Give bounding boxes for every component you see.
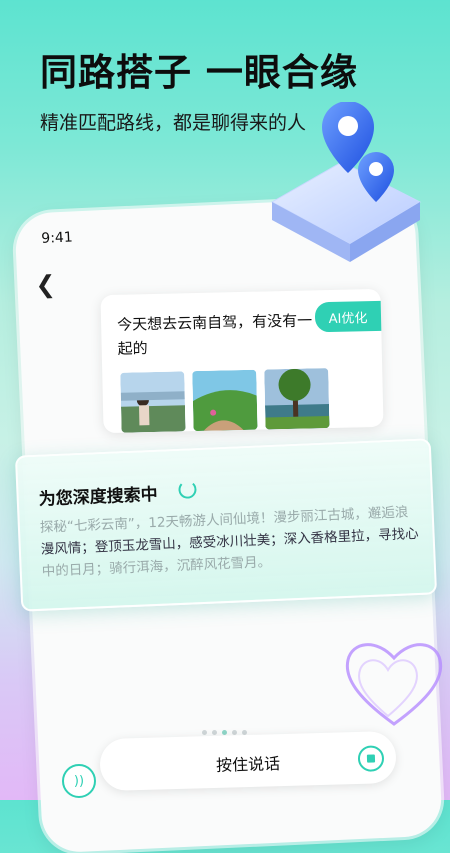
hold-to-talk-button[interactable]: 按住说话 xyxy=(99,730,397,792)
deep-search-card: 为您深度搜索中 探秘“七彩云南”，12天畅游人间仙境！漫步丽江古城，邂逅浪漫风情… xyxy=(14,438,438,612)
ai-optimize-button[interactable]: AI优化 xyxy=(314,300,382,333)
search-result-text: 探秘“七彩云南”，12天畅游人间仙境！漫步丽江古城，邂逅浪漫风情；登顶玉龙雪山，… xyxy=(39,501,419,583)
status-time: 9:41 xyxy=(40,229,74,247)
hold-to-talk-label: 按住说话 xyxy=(215,754,281,775)
stop-icon xyxy=(366,754,376,763)
hero-title: 同路搭子 一眼合缘 xyxy=(40,51,358,94)
map-pin-icon xyxy=(262,101,432,276)
query-text: 今天想去云南自驾，有没有一起的 xyxy=(116,311,313,358)
voice-wave-button[interactable]: )) xyxy=(62,764,96,798)
photo-green-hills[interactable] xyxy=(192,369,258,432)
loading-spinner-icon xyxy=(178,480,197,499)
query-bubble: 今天想去云南自驾，有没有一起的 AI优化 xyxy=(100,288,384,434)
heart-icon xyxy=(338,632,450,736)
photo-person-mountains[interactable] xyxy=(120,371,186,433)
back-button[interactable]: ❮ xyxy=(35,270,56,299)
search-text-line3: 中的日月；骑行洱海，沉醉风花雪月。 xyxy=(41,554,272,580)
sound-wave-icon: )) xyxy=(73,773,85,789)
search-title: 为您深度搜索中 xyxy=(38,484,159,510)
photo-tree-lake[interactable] xyxy=(264,368,330,430)
chevron-left-icon: ❮ xyxy=(34,270,57,300)
